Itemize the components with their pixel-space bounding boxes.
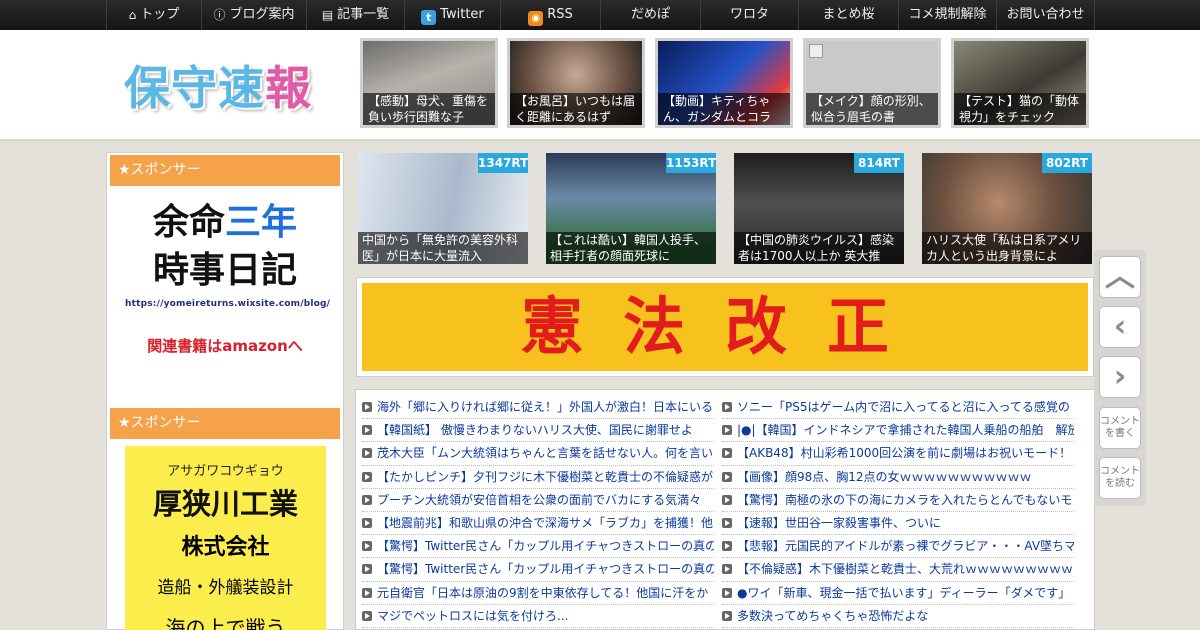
nav-twitter[interactable]: t Twitter <box>404 0 500 30</box>
arrow-icon <box>362 541 372 552</box>
list-item[interactable]: |●|【韓国】インドネシアで拿捕された韓国人乗船の船舶 解放 <box>722 419 1074 443</box>
rss-icon: ◉ <box>528 11 544 26</box>
nav-article-list[interactable]: ▤ 記事一覧 <box>306 0 404 30</box>
list-item[interactable]: 【画像】顔98点、胸12点の女ｗｗｗｗｗｗｗｗｗｗｗ <box>722 466 1074 489</box>
list-item[interactable]: 【悲報】元国民的アイドルが素っ裸でグラビア・・・AV墜ちマ <box>722 535 1074 559</box>
list-item[interactable]: 【たかしピンチ】夕刊フジに木下優樹菜と乾貴士の不倫疑惑が <box>362 466 714 489</box>
header-thumb-2[interactable]: 【お風呂】いつもは届く距離にあるはず <box>507 38 645 128</box>
list-item[interactable]: 海外「郷に入りければ郷に従え！」外国人が激白！日本にいる <box>362 396 714 420</box>
scroll-top-button[interactable]: ︿ <box>1099 256 1141 298</box>
chevron-left-icon: ‹ <box>1113 309 1127 344</box>
chevron-right-icon: › <box>1113 359 1127 394</box>
rt-count-badge: 802RT <box>1042 153 1092 173</box>
site-logo[interactable]: 保守速報 <box>124 52 312 118</box>
header-thumb-5[interactable]: 【テスト】猫の「動体視力」をチェック <box>951 38 1089 128</box>
nav-matome-sakura[interactable]: まとめ桜 <box>798 0 898 30</box>
read-comment-button[interactable]: コメントを読む <box>1099 457 1141 499</box>
list-item[interactable]: プーチン大統領が安倍首相を公衆の面前でバカにする気満々 <box>362 489 714 512</box>
list-item[interactable]: 【地震前兆】和歌山県の沖合で深海サメ「ラブカ」を捕獲！他 <box>362 512 714 536</box>
sponsor-heading: ★スポンサー <box>110 155 340 186</box>
arrow-icon <box>722 517 732 528</box>
floating-side-buttons: ︿ ‹ › コメントを書く コメントを読む <box>1094 250 1146 506</box>
top-nav-bar: ⌂ トップ ⓘ ブログ案内 ▤ 記事一覧 t Twitter ◉ RSS だめぽ ワロタ … <box>0 0 1200 30</box>
nav-top[interactable]: ⌂ トップ <box>106 0 201 30</box>
rt-article-4[interactable]: 802RT ハリス大使「私は日系アメリカ人という出身背景によ <box>922 153 1092 264</box>
sponsor-ad-yomei[interactable]: 余命三年 時事日記 https://yomeireturns.wixsite.c… <box>125 201 330 381</box>
links-right-column: ソニー「PS5はゲーム内で沼に入ってると沼に入ってる感覚の |●|【韓国】インド… <box>722 396 1074 628</box>
arrow-icon <box>722 541 732 552</box>
rt-count-badge: 1347RT <box>478 153 528 173</box>
list-item[interactable]: 茂木大臣「ムン大統領はちゃんと言葉を話せない人。何を言い <box>362 442 714 466</box>
rt-article-1[interactable]: 1347RT 中国から「無免許の美容外科医」が日本に大量流入 <box>358 153 528 264</box>
info-icon: ⓘ <box>213 8 226 22</box>
arrow-icon <box>362 471 372 482</box>
arrow-icon <box>722 471 732 482</box>
nav-blog-guide[interactable]: ⓘ ブログ案内 <box>201 0 306 30</box>
arrow-icon <box>362 425 372 436</box>
arrow-icon <box>722 425 732 436</box>
header-thumb-1[interactable]: 【感動】母犬、重傷を負い歩行困難な子 <box>360 38 498 128</box>
constitution-banner[interactable]: 憲法改正 <box>356 277 1094 377</box>
arrow-icon <box>722 610 732 621</box>
list-item[interactable]: 【不倫疑惑】木下優樹菜と乾貴士、大荒れｗｗｗｗｗｗｗｗｗ <box>722 558 1074 582</box>
arrow-icon <box>722 494 732 505</box>
nav-rss[interactable]: ◉ RSS <box>500 0 600 30</box>
sponsor-heading: ★スポンサー <box>110 408 340 439</box>
headline-links: 海外「郷に入りければ郷に従え！」外国人が激白！日本にいる 【韓国紙】 傲慢きわま… <box>355 389 1095 630</box>
left-sidebar: ★スポンサー 余命三年 時事日記 https://yomeireturns.wi… <box>106 152 344 630</box>
prev-article-button[interactable]: ‹ <box>1099 306 1141 348</box>
list-item[interactable]: ●ワイ「新車、現金一括で払います」ディーラー「ダメです」 <box>722 582 1074 605</box>
arrow-icon <box>362 402 372 412</box>
list-item[interactable]: 元自衛官「日本は原油の9割を中東依存してる！他国に汗をか <box>362 582 714 605</box>
arrow-icon <box>362 448 372 459</box>
rt-article-2[interactable]: 1153RT 【これは酷い】韓国人投手、相手打者の顔面死球に <box>546 153 716 264</box>
list-item[interactable]: マジでペットロスには気を付けろ... <box>362 605 714 628</box>
amazon-link[interactable]: 関連書籍はamazonへ <box>125 335 325 356</box>
list-item[interactable]: 【驚愕】Twitter民さん「カップル用イチャつきストローの真の <box>362 535 714 559</box>
links-left-column: 海外「郷に入りければ郷に従え！」外国人が激白！日本にいる 【韓国紙】 傲慢きわま… <box>362 396 714 628</box>
nav-damepo[interactable]: だめぽ <box>600 0 700 30</box>
chevron-up-icon: ︿ <box>1105 259 1135 294</box>
arrow-icon <box>722 587 732 598</box>
rt-article-3[interactable]: 814RT 【中国の肺炎ウイルス】感染者は1700人以上か 英大推 <box>734 153 904 264</box>
home-icon: ⌂ <box>128 8 137 22</box>
arrow-icon <box>722 448 732 459</box>
arrow-icon <box>362 610 372 621</box>
arrow-icon <box>362 517 372 528</box>
write-comment-button[interactable]: コメントを書く <box>1099 407 1141 449</box>
list-item[interactable]: 【驚愕】Twitter民さん「カップル用イチャつきストローの真の <box>362 558 714 582</box>
list-item[interactable]: 【韓国紙】 傲慢きわまりないハリス大使、国民に謝罪せよ <box>362 419 714 443</box>
nav-contact[interactable]: お問い合わせ <box>996 0 1095 30</box>
list-item[interactable]: 【速報】世田谷一家殺害事件、ついに <box>722 512 1074 536</box>
next-article-button[interactable]: › <box>1099 356 1141 398</box>
arrow-icon <box>722 402 732 412</box>
sponsor-ad-asagawa[interactable]: アサガワコウギョウ 厚狭川工業 株式会社 造船・外艤装設計 海の上で戦う <box>125 446 326 630</box>
rt-count-badge: 814RT <box>854 153 904 173</box>
header-thumb-4[interactable]: 【メイク】顔の形別、似合う眉毛の書 <box>803 38 941 128</box>
arrow-icon <box>362 587 372 598</box>
nav-warota[interactable]: ワロタ <box>700 0 798 30</box>
nav-comment-unblock[interactable]: コメ規制解除 <box>898 0 996 30</box>
header-thumb-3[interactable]: 【動画】キティちゃん、ガンダムとコラ <box>655 38 793 128</box>
rt-count-badge: 1153RT <box>666 153 716 173</box>
arrow-icon <box>362 564 372 575</box>
site-header: 保守速報 【感動】母犬、重傷を負い歩行困難な子 【お風呂】いつもは届く距離にある… <box>0 30 1200 141</box>
list-item[interactable]: 【AKB48】村山彩希1000回公演を前に劇場はお祝いモード！ <box>722 442 1074 466</box>
broken-image-icon <box>809 44 823 58</box>
list-item[interactable]: 【驚愕】南極の氷の下の海にカメラを入れたらとんでもないモ <box>722 489 1074 512</box>
list-item[interactable]: 多数決ってめちゃくちゃ恐怖だよな <box>722 605 1074 628</box>
arrow-icon <box>722 564 732 575</box>
twitter-icon: t <box>421 10 437 25</box>
list-icon: ▤ <box>321 8 334 22</box>
arrow-icon <box>362 494 372 505</box>
list-item[interactable]: ソニー「PS5はゲーム内で沼に入ってると沼に入ってる感覚の <box>722 396 1074 420</box>
